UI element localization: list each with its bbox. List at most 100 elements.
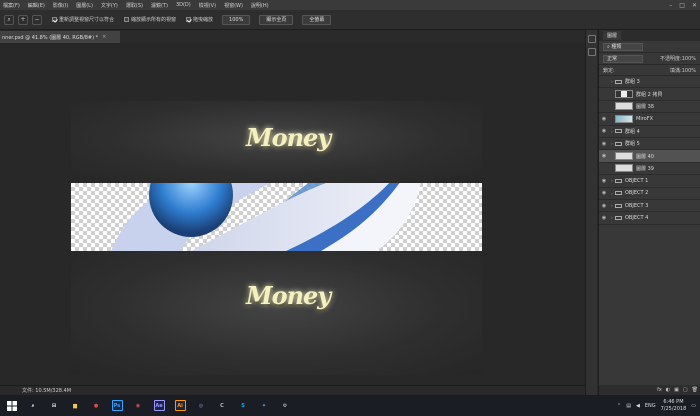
taskbar-explorer[interactable]: ▆ xyxy=(66,397,84,415)
menu-item[interactable]: 圖層(L) xyxy=(76,2,93,9)
layer-filter-row: ⌕ 種類 xyxy=(599,41,700,53)
volume-icon[interactable]: ◀ xyxy=(636,403,640,409)
taskbar-search[interactable]: ⌕ xyxy=(24,397,42,415)
fit-screen-button[interactable]: 顯示全頁 xyxy=(259,14,294,25)
taskbar-after-effects[interactable]: Ae xyxy=(150,397,168,415)
layer-row[interactable]: 圖層 39 xyxy=(599,163,700,176)
app-gear-icon: ⚙ xyxy=(282,402,288,409)
checkbox-checked-icon[interactable] xyxy=(186,17,192,22)
zoom-in-icon[interactable]: + xyxy=(18,14,28,25)
layer-name: 群組 3 xyxy=(625,79,640,86)
layers-tab[interactable]: 圖層 xyxy=(603,31,622,40)
layer-row[interactable]: ◉ › OBJECT 2 xyxy=(599,188,700,200)
menu-item[interactable]: 編輯(E) xyxy=(28,2,45,9)
clock-time: 6:46 PM xyxy=(663,398,684,405)
layer-row[interactable]: 群組 2 拷貝 xyxy=(599,88,700,101)
folder-icon xyxy=(615,191,622,196)
taskbar-notification-app[interactable]: ◉ xyxy=(129,397,147,415)
artboard[interactable]: Money Money xyxy=(71,101,482,375)
trash-icon[interactable]: 🗑 xyxy=(692,387,698,393)
app-star-icon: ✦ xyxy=(261,402,267,409)
layer-row[interactable]: 圖層 38 xyxy=(599,101,700,114)
language-indicator[interactable]: ENG xyxy=(645,403,656,409)
visibility-eye-icon[interactable]: ◉ xyxy=(599,141,609,147)
adjustment-icon[interactable]: ◐ xyxy=(666,387,670,393)
document-tab[interactable]: nner.psd @ 41.8% (圖層 40, RGB/8#) * × xyxy=(0,31,120,43)
visibility-eye-icon[interactable]: ◉ xyxy=(599,178,609,184)
layers-footer: fx ◐ ▣ ▢ 🗑 xyxy=(599,385,700,395)
fill-screen-button[interactable]: 全螢幕 xyxy=(302,14,332,25)
canvas-area[interactable]: Money Money xyxy=(0,43,585,385)
fill-value[interactable]: 100% xyxy=(682,68,696,74)
menu-item[interactable]: 檔案(F) xyxy=(3,2,20,9)
visibility-eye-icon[interactable]: ◉ xyxy=(599,215,609,221)
layer-row[interactable]: ◉ MiroFX xyxy=(599,113,700,126)
taskbar-skype[interactable]: S xyxy=(234,397,252,415)
new-group-icon[interactable]: ▣ xyxy=(674,387,679,393)
menu-item[interactable]: 影像(I) xyxy=(53,2,68,9)
menu-item[interactable]: 檢視(V) xyxy=(199,2,216,9)
menu-item[interactable]: 視窗(W) xyxy=(224,2,243,9)
layer-row[interactable]: ◉ 圖層 40 xyxy=(599,150,700,163)
visibility-eye-icon[interactable]: ◉ xyxy=(599,153,609,159)
fill-control[interactable]: 填滿:100% xyxy=(670,67,696,74)
zoom-out-icon[interactable]: − xyxy=(32,14,42,25)
blend-mode-select[interactable]: 正常 xyxy=(603,54,643,63)
zoom-all-windows-checkbox[interactable]: 縮放顯示所有的視窗 xyxy=(124,16,176,23)
resize-windows-checkbox[interactable]: 重新調整視窗尺寸以符合 xyxy=(52,16,114,23)
visibility-eye-icon[interactable]: ◉ xyxy=(599,190,609,196)
layer-row[interactable]: ◉ › 群組 5 xyxy=(599,138,700,151)
taskbar-task-view[interactable]: ⊟ xyxy=(45,397,63,415)
maximize-icon[interactable]: □ xyxy=(679,2,685,9)
blend-row: 正常 不透明度:100% xyxy=(599,53,700,65)
taskbar-app-c[interactable]: C xyxy=(213,397,231,415)
layer-row[interactable]: ◉ › OBJECT 3 xyxy=(599,200,700,213)
taskbar-chrome[interactable]: ● xyxy=(87,397,105,415)
checkbox-unchecked-icon[interactable] xyxy=(124,17,130,22)
taskbar-illustrator[interactable]: Ai xyxy=(171,397,189,415)
taskbar-photoshop[interactable]: Ps xyxy=(108,397,126,415)
menu-item[interactable]: 選取(S) xyxy=(126,2,143,9)
options-bar: ⌕ + − 重新調整視窗尺寸以符合 縮放顯示所有的視窗 拖曳縮放 100% 顯示… xyxy=(0,10,700,30)
start-button[interactable] xyxy=(3,397,21,415)
visibility-eye-icon[interactable]: ◉ xyxy=(599,128,609,134)
menu-item[interactable]: 濾鏡(T) xyxy=(151,2,168,9)
close-icon[interactable]: ✕ xyxy=(692,2,697,9)
zoom-percent-button[interactable]: 100% xyxy=(222,14,251,25)
visibility-eye-icon[interactable]: ◉ xyxy=(599,116,609,122)
checkbox-checked-icon[interactable] xyxy=(52,17,57,22)
layer-row[interactable]: › 群組 3 xyxy=(599,76,700,89)
close-tab-icon[interactable]: × xyxy=(102,34,106,40)
notifications-icon[interactable]: ▭ xyxy=(691,403,696,409)
taskbar-app-gear[interactable]: ⚙ xyxy=(276,397,294,415)
clock[interactable]: 6:46 PM 7/25/2018 xyxy=(661,399,687,413)
zoom-tool-icon[interactable]: ⌕ xyxy=(4,14,14,25)
lock-label: 鎖定: xyxy=(603,67,615,74)
layer-row[interactable]: ◉ › OBJECT 1 xyxy=(599,175,700,188)
photoshop-icon: Ps xyxy=(111,400,123,411)
layer-row[interactable]: ◉ › 群組 4 xyxy=(599,126,700,138)
menu-item[interactable]: 3D(D) xyxy=(176,2,191,8)
kind-filter-select[interactable]: ⌕ 種類 xyxy=(603,42,643,51)
properties-icon[interactable] xyxy=(587,48,596,56)
scrubby-zoom-checkbox[interactable]: 拖曳縮放 xyxy=(186,16,213,23)
taskbar-app-circle[interactable]: ◎ xyxy=(192,397,210,415)
chevron-up-icon[interactable]: ⌃ xyxy=(617,403,621,409)
menu-item[interactable]: 文字(Y) xyxy=(101,2,118,9)
fx-icon[interactable]: fx xyxy=(657,387,662,393)
money-logo: Money xyxy=(246,123,331,152)
visibility-eye-icon[interactable]: ◉ xyxy=(599,203,609,209)
transparent-strip xyxy=(71,183,482,251)
doc-size-text[interactable]: 文件: 10.5M/328.4M xyxy=(22,387,71,394)
history-icon[interactable] xyxy=(587,35,596,43)
menu-item[interactable]: 說明(H) xyxy=(251,2,269,9)
minimize-icon[interactable]: – xyxy=(669,2,672,9)
layer-row[interactable]: ◉ › OBJECT 4 xyxy=(599,212,700,225)
opacity-control[interactable]: 不透明度:100% xyxy=(660,55,696,62)
document-tabs: nner.psd @ 41.8% (圖層 40, RGB/8#) * × xyxy=(0,31,585,43)
explorer-icon: ▆ xyxy=(73,402,77,409)
new-layer-icon[interactable]: ▢ xyxy=(683,387,688,393)
taskbar-app-star[interactable]: ✦ xyxy=(255,397,273,415)
network-icon[interactable]: ▤ xyxy=(626,403,631,409)
opacity-value[interactable]: 100% xyxy=(682,56,696,62)
